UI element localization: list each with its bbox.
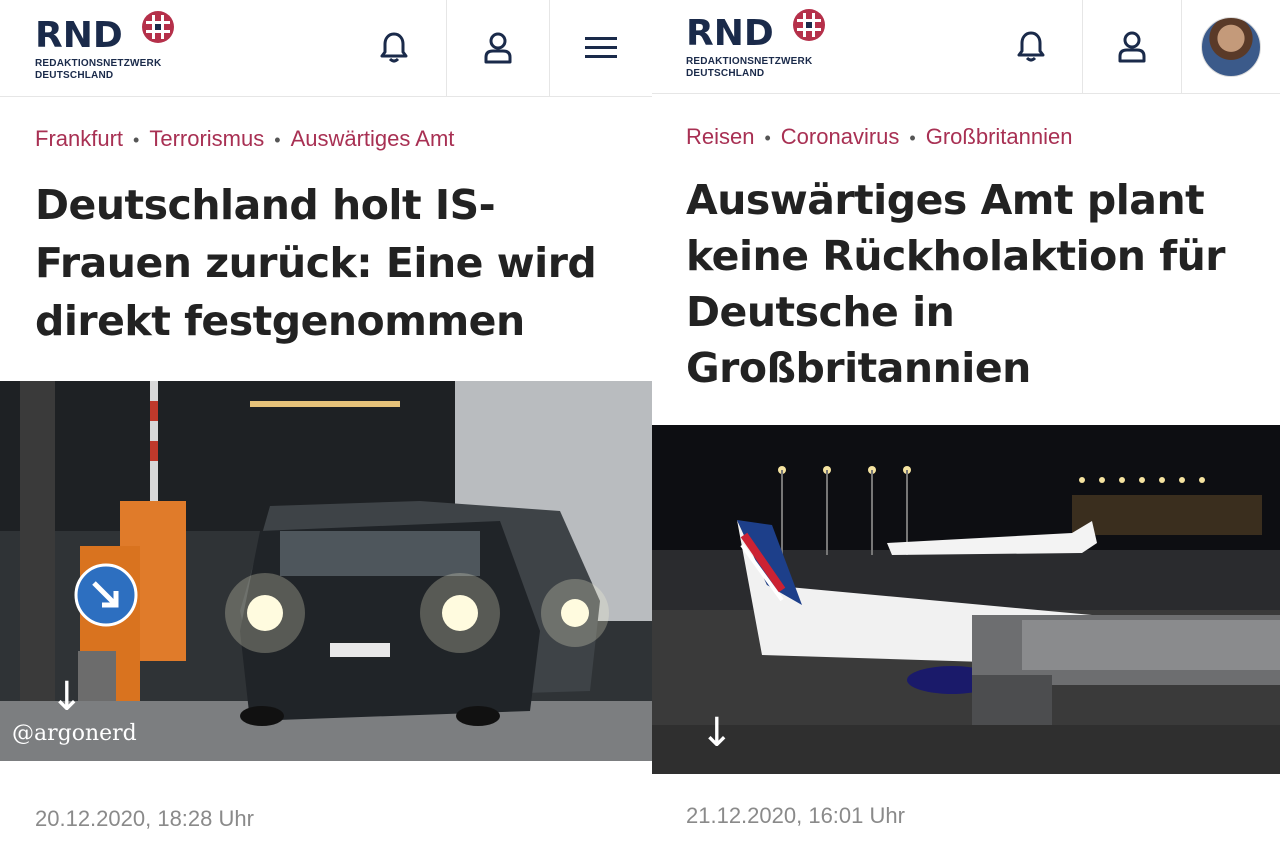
topic-tags: Reisen • Coronavirus • Großbritannien: [686, 124, 1072, 150]
tag-separator: •: [274, 130, 281, 150]
tag-separator: •: [909, 128, 916, 148]
article-date: 21.12.2020, 16:01 Uhr: [686, 803, 905, 828]
logo-wordmark: RND: [686, 13, 774, 54]
logo-hash-icon: [142, 11, 174, 43]
photo-airport-scene: [652, 425, 1280, 774]
logo-wordmark: RND: [35, 15, 123, 56]
site-header: RND REDAKTIONSNETZWERK DEUTSCHLAND: [0, 0, 652, 97]
tag-link[interactable]: Reisen: [686, 124, 754, 149]
account-button[interactable]: [1082, 0, 1181, 93]
tag-link[interactable]: Coronavirus: [781, 124, 900, 149]
rnd-logo[interactable]: RND REDAKTIONSNETZWERK DEUTSCHLAND: [686, 8, 846, 88]
logo-subline: REDAKTIONSNETZWERK DEUTSCHLAND: [35, 58, 161, 82]
bell-icon: [380, 32, 407, 63]
account-button[interactable]: [446, 0, 549, 96]
rnd-logo[interactable]: RND REDAKTIONSNETZWERK DEUTSCHLAND: [35, 10, 195, 90]
logo-subline: REDAKTIONSNETZWERK DEUTSCHLAND: [686, 56, 812, 80]
article-right: RND REDAKTIONSNETZWERK DEUTSCHLAND Reise…: [652, 0, 1280, 844]
logo-hash-icon: [793, 9, 825, 41]
logo-subline-2: DEUTSCHLAND: [35, 70, 114, 81]
logo-subline-2: DEUTSCHLAND: [686, 68, 765, 79]
avatar: [1201, 16, 1261, 77]
site-header: RND REDAKTIONSNETZWERK DEUTSCHLAND: [652, 0, 1280, 94]
menu-button[interactable]: [549, 0, 652, 96]
article-left: RND REDAKTIONSNETZWERK DEUTSCHLAND Frank…: [0, 0, 652, 844]
notifications-button[interactable]: [342, 0, 445, 96]
profile-button[interactable]: [1181, 0, 1280, 93]
notifications-button[interactable]: [980, 0, 1082, 93]
tag-link[interactable]: Frankfurt: [35, 126, 123, 151]
article-headline: Auswärtiges Amt plant keine Rückholaktio…: [686, 176, 1226, 392]
tag-separator: •: [764, 128, 771, 148]
bell-icon: [1017, 31, 1045, 61]
article-photo[interactable]: ↓: [652, 425, 1280, 774]
arrow-down-icon[interactable]: ↓: [50, 677, 84, 717]
arrow-down-icon[interactable]: ↓: [700, 713, 734, 753]
photo-car-scene: [0, 381, 652, 761]
menu-icon: [585, 37, 617, 58]
topic-tags: Frankfurt • Terrorismus • Auswärtiges Amt: [35, 126, 454, 152]
user-icon: [484, 32, 512, 64]
logo-subline-1: REDAKTIONSNETZWERK: [35, 58, 162, 69]
tag-separator: •: [133, 130, 140, 150]
article-headline: Deutschland holt IS-Frauen zurück: Eine …: [35, 181, 597, 345]
tag-link[interactable]: Großbritannien: [926, 124, 1073, 149]
article-date: 20.12.2020, 18:28 Uhr: [35, 806, 254, 831]
article-photo[interactable]: ↓ @argonerd: [0, 381, 652, 761]
tag-link[interactable]: Terrorismus: [149, 126, 264, 151]
logo-subline-1: REDAKTIONSNETZWERK: [686, 56, 813, 67]
user-icon: [1118, 31, 1146, 62]
tag-link[interactable]: Auswärtiges Amt: [291, 126, 455, 151]
photo-credit: @argonerd: [12, 721, 137, 746]
